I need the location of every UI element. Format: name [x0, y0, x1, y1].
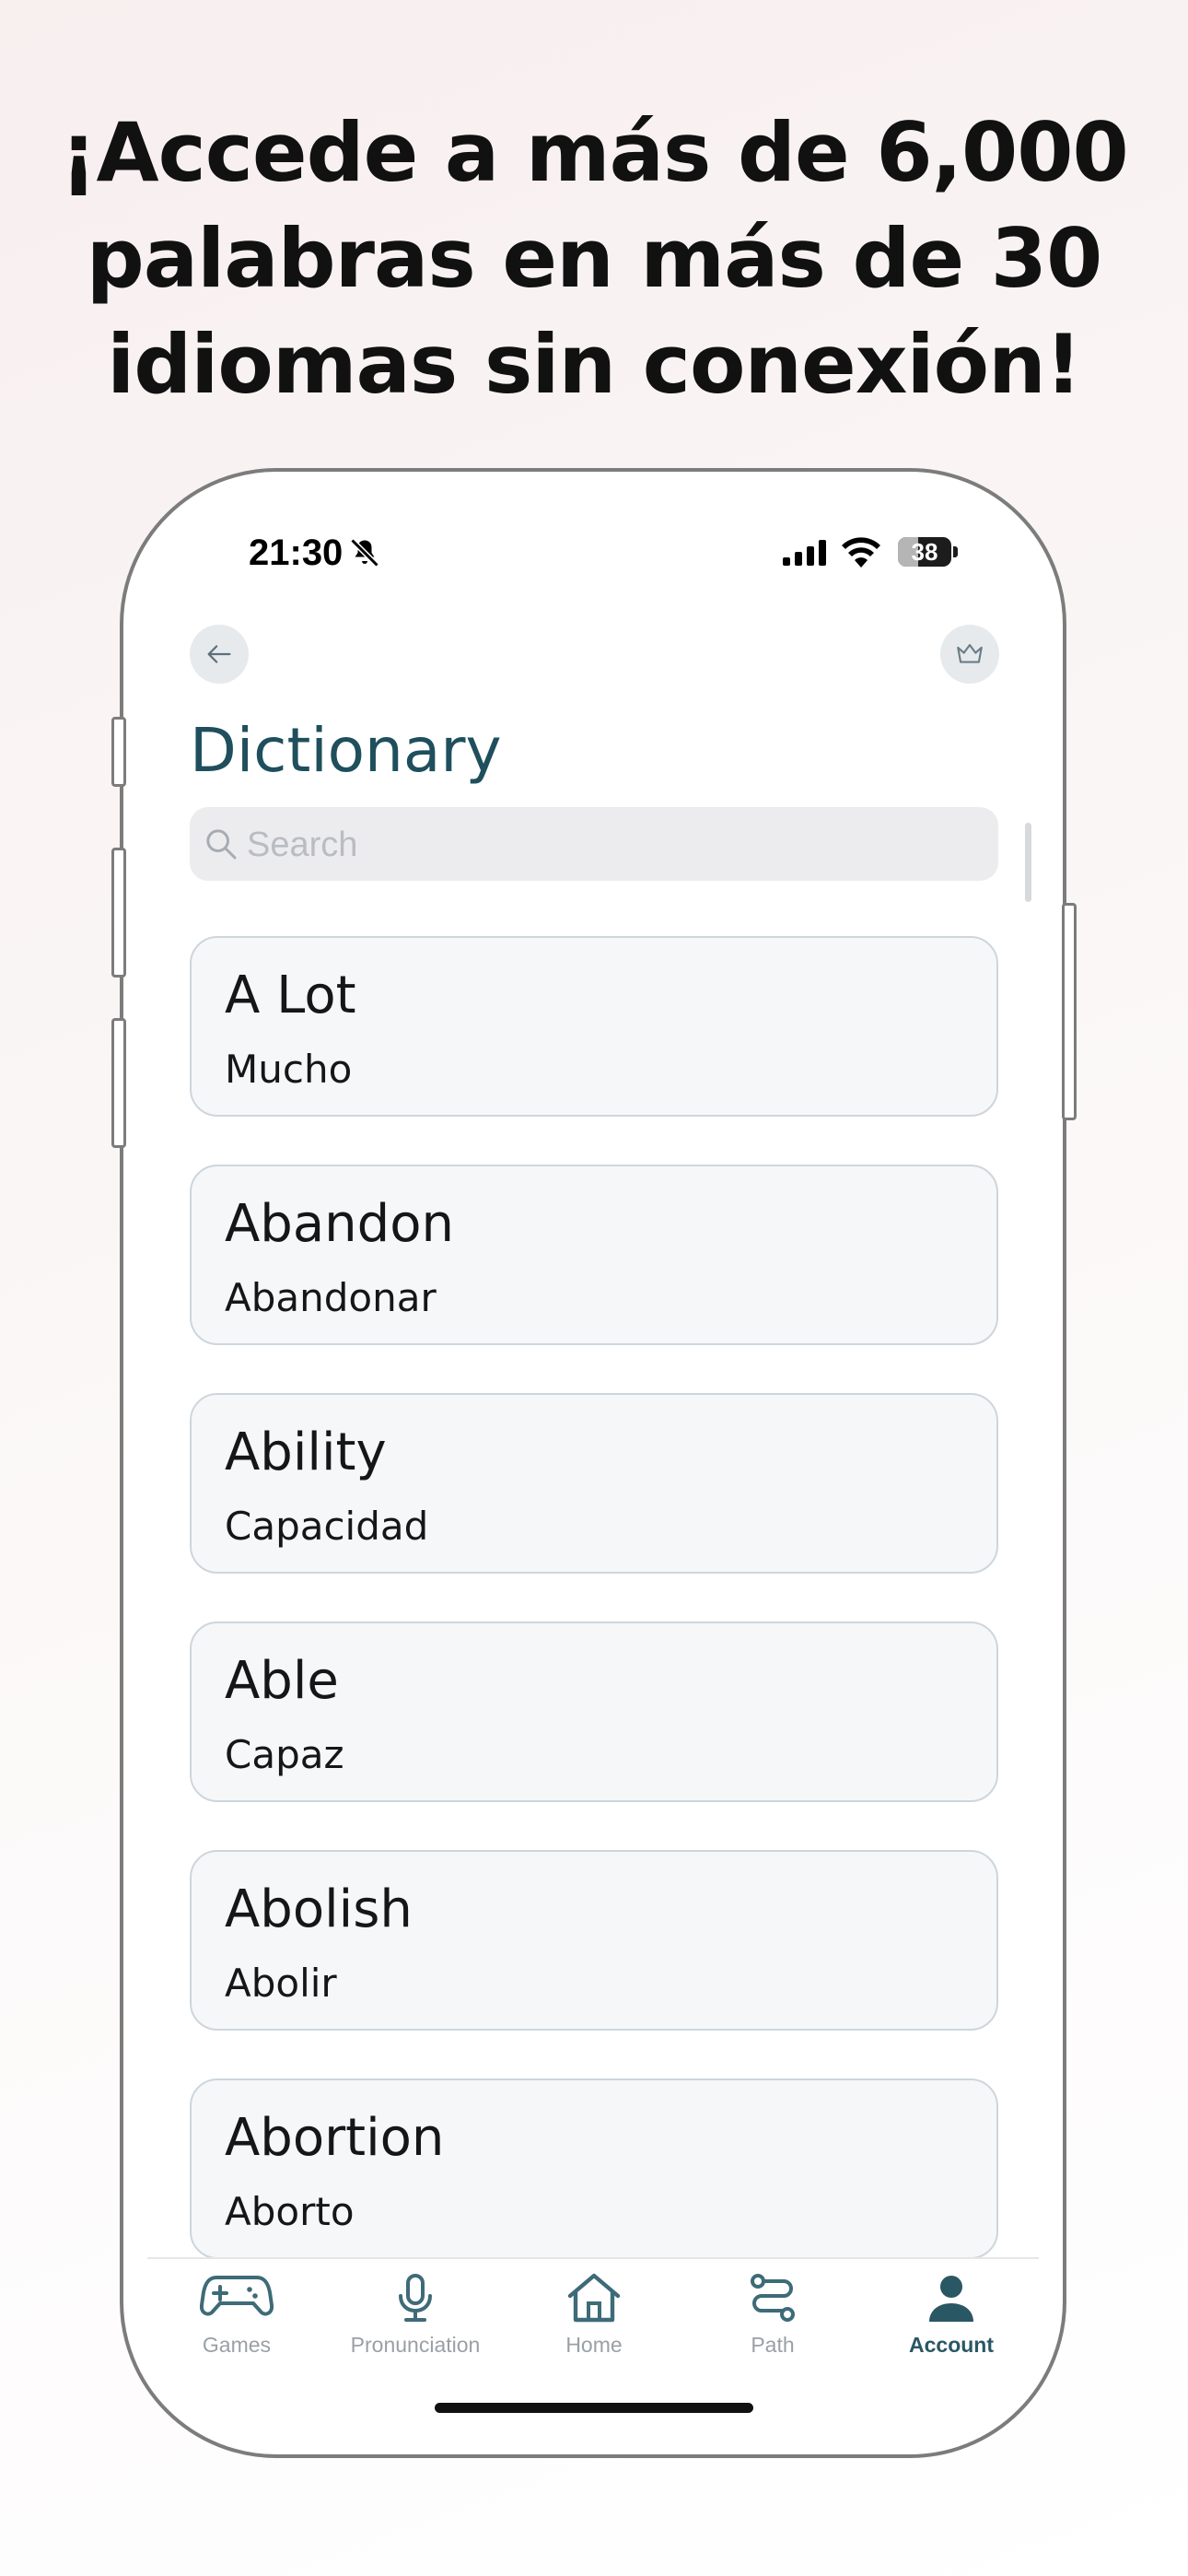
entry-word: Able: [225, 1651, 339, 1711]
entry-word: Abortion: [225, 2108, 445, 2168]
path-icon: [751, 2274, 795, 2322]
tab-path[interactable]: Path: [683, 2272, 862, 2373]
wifi-icon: [842, 537, 880, 568]
tab-label: Pronunciation: [350, 2333, 481, 2357]
tab-home[interactable]: Home: [505, 2272, 683, 2373]
dictionary-entry[interactable]: Abandon Abandonar: [190, 1165, 998, 1345]
volume-up-button: [111, 848, 126, 978]
tab-label: Path: [751, 2333, 795, 2357]
dictionary-entry[interactable]: Abolish Abolir: [190, 1850, 998, 2031]
tab-label: Account: [909, 2333, 994, 2357]
list-scrollbar[interactable]: [1025, 823, 1031, 902]
headline-line-2: palabras en más de 30: [86, 211, 1103, 306]
entry-translation: Abolir: [225, 1961, 337, 2006]
tab-games[interactable]: Games: [147, 2272, 326, 2373]
crown-icon: [957, 644, 983, 663]
dictionary-list: A Lot Mucho Abandon Abandonar Ability Ca…: [190, 936, 998, 2307]
arrow-left-icon: [207, 645, 231, 663]
person-icon: [929, 2276, 973, 2322]
entry-translation: Abandonar: [225, 1275, 437, 1320]
tab-account[interactable]: Account: [862, 2272, 1039, 2373]
dictionary-entry[interactable]: A Lot Mucho: [190, 936, 998, 1117]
search-bar[interactable]: [190, 807, 998, 883]
entry-translation: Aborto: [225, 2189, 355, 2234]
headline-line-1: ¡Accede a más de 6,000: [60, 105, 1128, 200]
power-button: [1062, 903, 1077, 1120]
dictionary-entry[interactable]: Abortion Aborto: [190, 2078, 998, 2259]
back-button[interactable]: [190, 625, 249, 684]
cellular-signal-icon: [783, 540, 826, 566]
tab-label: Home: [565, 2333, 623, 2357]
entry-word: Abandon: [225, 1194, 454, 1254]
phone-screen: 21:30 38 Dictionary Search A Lot Mucho A…: [147, 496, 1039, 2430]
entry-word: Ability: [225, 1423, 387, 1482]
dictionary-entry[interactable]: Ability Capacidad: [190, 1393, 998, 1574]
volume-down-button: [111, 1018, 126, 1148]
home-indicator: [435, 2403, 753, 2413]
battery-percent: 38: [911, 538, 938, 566]
promo-headline: ¡Accede a más de 6,000 palabras en más d…: [0, 100, 1188, 417]
tab-label: Games: [202, 2333, 272, 2357]
entry-translation: Mucho: [225, 1047, 353, 1092]
gamepad-icon: [200, 2276, 274, 2316]
headline-line-3: idiomas sin conexión!: [107, 317, 1082, 412]
entry-translation: Capaz: [225, 1732, 344, 1777]
battery-indicator: 38: [898, 537, 951, 567]
search-icon: [206, 829, 237, 860]
search-input[interactable]: [245, 807, 985, 883]
entry-word: A Lot: [225, 966, 356, 1025]
tab-pronunciation[interactable]: Pronunciation: [326, 2272, 505, 2373]
house-icon: [567, 2273, 621, 2323]
premium-button[interactable]: [940, 625, 999, 684]
bell-slash-icon: [350, 538, 379, 568]
microphone-icon: [399, 2274, 432, 2322]
page-title: Dictionary: [190, 715, 502, 786]
dictionary-entry[interactable]: Able Capaz: [190, 1622, 998, 1802]
battery-cap: [953, 546, 958, 557]
entry-word: Abolish: [225, 1879, 413, 1939]
status-time: 21:30: [249, 533, 344, 573]
entry-translation: Capacidad: [225, 1504, 429, 1549]
silent-switch: [111, 717, 126, 787]
